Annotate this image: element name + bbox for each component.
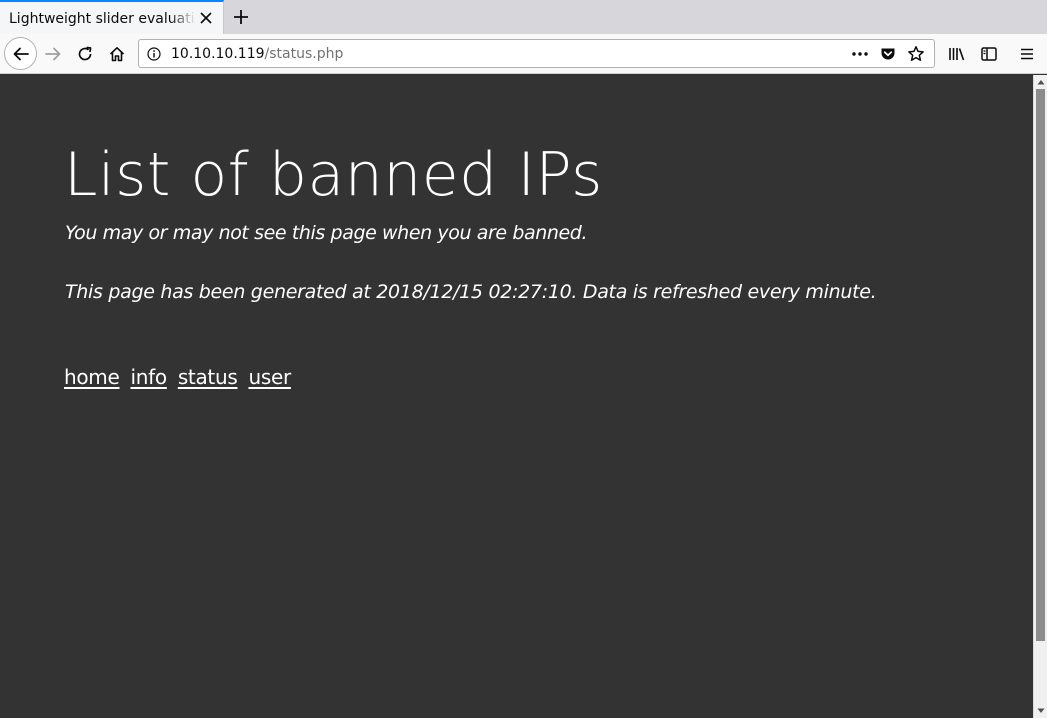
url-text[interactable]: 10.10.10.119/status.php (171, 44, 343, 64)
browser-window: Lightweight slider evaluation 10.10.10.1… (0, 0, 1047, 718)
plus-icon[interactable] (229, 5, 253, 29)
url-bar-actions (846, 41, 930, 67)
navigation-toolbar: 10.10.10.119/status.php (0, 34, 1047, 74)
tab-title-fade (170, 2, 196, 34)
ellipsis-icon[interactable] (846, 41, 874, 67)
page-subtitle: You may or may not see this page when yo… (65, 222, 588, 244)
nav-link-home[interactable]: home (64, 363, 120, 391)
scroll-up-arrow-icon[interactable] (1034, 75, 1047, 89)
vertical-scrollbar[interactable] (1033, 75, 1047, 718)
nav-link-info[interactable]: info (131, 363, 168, 391)
home-icon[interactable] (103, 40, 131, 68)
url-host: 10.10.10.119 (171, 46, 265, 62)
url-path: /status.php (264, 46, 344, 62)
arrow-left-icon[interactable] (4, 37, 37, 70)
reload-icon[interactable] (71, 40, 99, 68)
page-viewport: List of banned IPs You may or may not se… (0, 75, 1033, 718)
generated-note: This page has been generated at 2018/12/… (65, 281, 877, 303)
tab-title: Lightweight slider evaluation (9, 11, 195, 27)
library-icon[interactable] (943, 40, 971, 68)
tab-strip: Lightweight slider evaluation (0, 0, 1047, 34)
nav-link-user[interactable]: user (248, 363, 291, 391)
scroll-down-arrow-icon[interactable] (1034, 704, 1047, 718)
pocket-icon[interactable] (874, 41, 902, 67)
url-bar[interactable]: 10.10.10.119/status.php (138, 39, 935, 68)
page-title: List of banned IPs (64, 140, 603, 210)
arrow-right-icon[interactable] (39, 40, 67, 68)
nav-link-status[interactable]: status (178, 363, 238, 391)
scrollbar-thumb[interactable] (1036, 89, 1045, 641)
close-icon[interactable] (197, 9, 215, 27)
page-nav-links: home info status user (64, 363, 291, 391)
hamburger-menu-icon[interactable] (1013, 40, 1041, 68)
tab-active[interactable]: Lightweight slider evaluation (0, 0, 224, 34)
sidebar-icon[interactable] (975, 40, 1003, 68)
star-icon[interactable] (902, 41, 930, 67)
info-icon[interactable] (146, 46, 162, 62)
